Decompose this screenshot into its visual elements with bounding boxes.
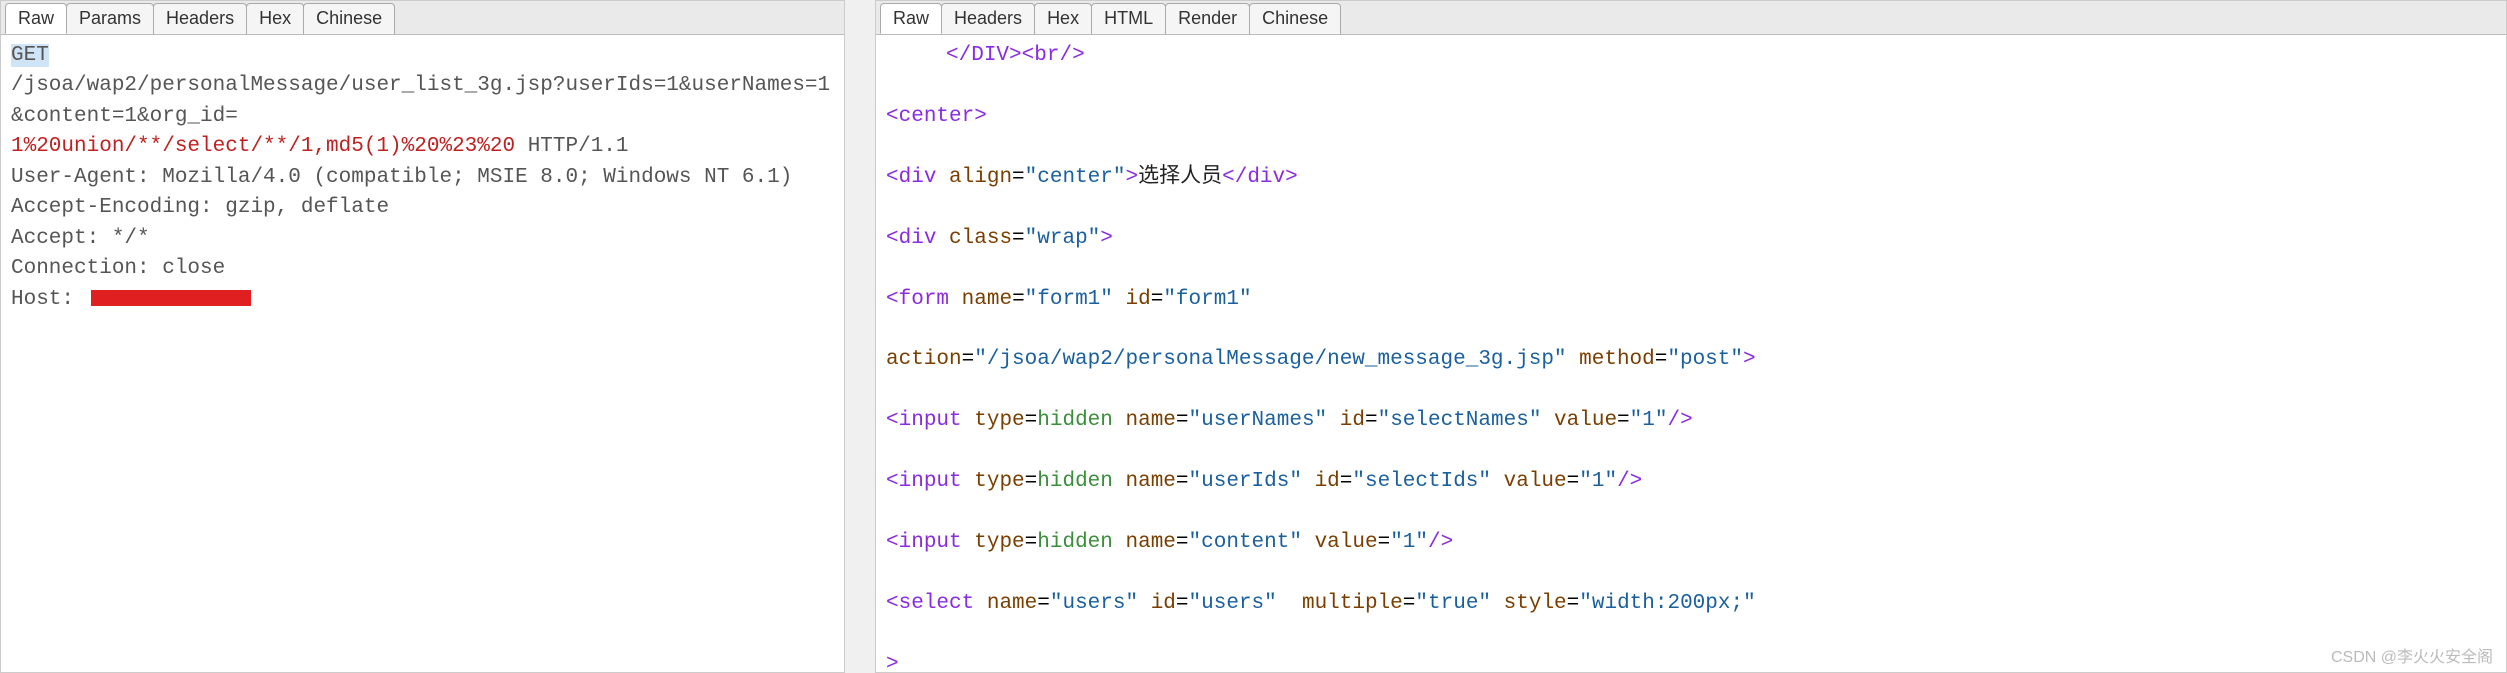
http-method: GET xyxy=(11,44,49,67)
request-tabs: Raw Params Headers Hex Chinese xyxy=(1,1,844,35)
response-content[interactable]: </DIV><br/> <center> <div align="center"… xyxy=(876,35,2506,672)
request-content[interactable]: GET /jsoa/wap2/personalMessage/user_list… xyxy=(1,35,844,672)
request-panel: Raw Params Headers Hex Chinese GET /jsoa… xyxy=(0,0,845,673)
tab-chinese-response[interactable]: Chinese xyxy=(1249,3,1341,34)
tab-hex-response[interactable]: Hex xyxy=(1034,3,1092,34)
tab-raw[interactable]: Raw xyxy=(5,3,67,34)
header-accept-encoding: Accept-Encoding: gzip, deflate xyxy=(11,196,389,219)
tab-hex[interactable]: Hex xyxy=(246,3,304,34)
http-protocol: HTTP/1.1 xyxy=(515,135,628,158)
tab-headers-response[interactable]: Headers xyxy=(941,3,1035,34)
watermark: CSDN @李火火安全阁 xyxy=(2331,643,2493,667)
tab-chinese[interactable]: Chinese xyxy=(303,3,395,34)
response-panel: Raw Headers Hex HTML Render Chinese </DI… xyxy=(875,0,2507,673)
request-path: /jsoa/wap2/personalMessage/user_list_3g.… xyxy=(11,74,830,127)
header-host-label: Host: xyxy=(11,288,87,311)
header-user-agent: User-Agent: Mozilla/4.0 (compatible; MSI… xyxy=(11,166,792,189)
select-personnel-text: 选择人员 xyxy=(1138,166,1222,189)
tab-html-response[interactable]: HTML xyxy=(1091,3,1166,34)
redacted-host xyxy=(91,290,251,306)
response-tabs: Raw Headers Hex HTML Render Chinese xyxy=(876,1,2506,35)
tab-params[interactable]: Params xyxy=(66,3,154,34)
header-connection: Connection: close xyxy=(11,257,225,280)
tab-render-response[interactable]: Render xyxy=(1165,3,1250,34)
tab-headers[interactable]: Headers xyxy=(153,3,247,34)
sql-injection-payload: 1%20union/**/select/**/1,md5(1)%20%23%20 xyxy=(11,135,515,158)
tag-center: center xyxy=(899,105,975,128)
header-accept: Accept: */* xyxy=(11,227,150,250)
form-action: "/jsoa/wap2/personalMessage/new_message_… xyxy=(974,348,1566,371)
tab-raw-response[interactable]: Raw xyxy=(880,3,942,34)
